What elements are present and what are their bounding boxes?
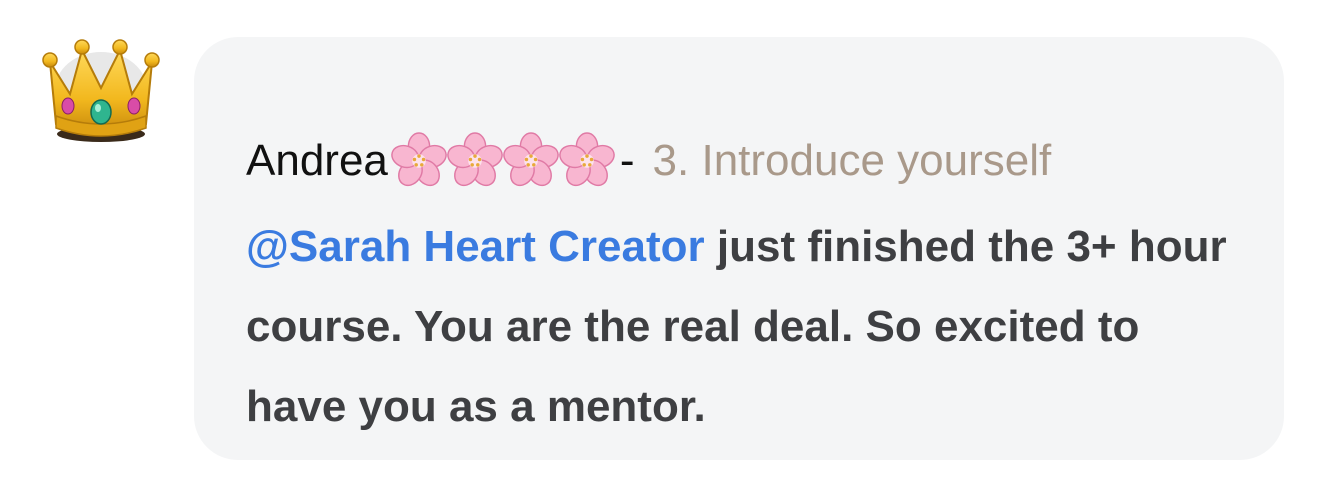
author-decoration <box>390 132 615 190</box>
crown-icon[interactable] <box>40 32 162 147</box>
comment-header: Andrea - 3. Introduce yourself <box>246 129 1244 193</box>
author-name[interactable]: Andrea <box>246 129 388 193</box>
mention-link[interactable]: @Sarah Heart Creator <box>246 222 705 271</box>
cherry-blossom-icon <box>503 132 559 187</box>
topic-link[interactable]: 3. Introduce yourself <box>653 129 1052 193</box>
cherry-blossom-icon <box>447 132 503 187</box>
cherry-blossom-icon <box>391 132 447 187</box>
comment-bubble: Andrea - 3. Introduce yourself @Sarah He… <box>194 37 1284 460</box>
comment-body: @Sarah Heart Creator just finished the 3… <box>246 207 1236 447</box>
cherry-blossom-icon <box>559 132 615 187</box>
header-separator: - <box>619 136 635 185</box>
comment: Andrea - 3. Introduce yourself @Sarah He… <box>0 0 1319 483</box>
